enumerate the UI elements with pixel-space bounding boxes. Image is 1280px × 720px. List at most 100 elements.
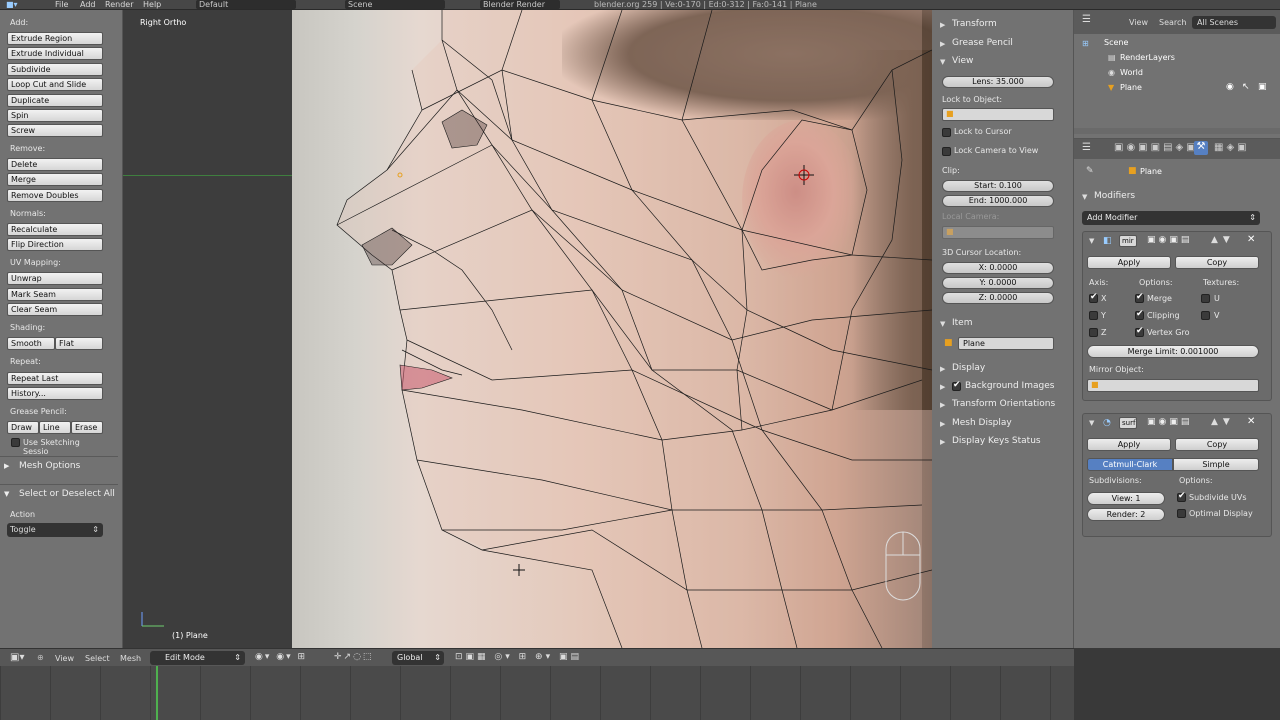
triangle-icon[interactable]: ▶ (940, 383, 945, 391)
mirror-name-field[interactable]: mir (1119, 235, 1137, 247)
item-header[interactable]: Item (952, 318, 973, 328)
more-tabs-icon[interactable]: ▦◈▣ (1214, 142, 1250, 153)
timeline[interactable] (0, 666, 1074, 720)
visibility-toggle-icons[interactable]: ▣◉▣▤ (1147, 235, 1192, 245)
mesh-wireframe[interactable] (292, 10, 932, 648)
subdiv-render-field[interactable]: Render: 2 (1087, 508, 1165, 521)
item-name-field[interactable]: Plane (958, 337, 1054, 350)
grease-pencil-header[interactable]: Grease Pencil (952, 38, 1013, 48)
outliner-editor-icon[interactable]: ☰ (1082, 14, 1091, 25)
info-editor-icon[interactable]: ■▾ (6, 0, 18, 9)
texture-u-checkbox[interactable] (1201, 294, 1210, 303)
collapse-menus-icon[interactable]: ⊕ (37, 653, 44, 662)
mirror-object-field[interactable]: ■ (1087, 379, 1259, 392)
screen-layout-field[interactable]: Default (196, 0, 296, 9)
screw-button[interactable]: Screw (7, 124, 103, 137)
background-images-checkbox[interactable] (952, 380, 961, 391)
collapse-icon[interactable]: ▼ (1089, 237, 1094, 245)
triangle-down-icon[interactable]: ▼ (940, 320, 945, 328)
outliner-filter-select[interactable]: All Scenes (1192, 16, 1276, 29)
axis-z-checkbox[interactable] (1089, 328, 1098, 337)
delete-button[interactable]: Delete (7, 158, 103, 171)
clear-seam-button[interactable]: Clear Seam (7, 303, 103, 316)
shading-icons[interactable]: ◉▾ ◉▾ ⊞ (255, 652, 307, 662)
lock-object-field[interactable]: ■ (942, 108, 1054, 121)
close-icon[interactable]: ✕ (1247, 416, 1255, 427)
close-icon[interactable]: ✕ (1247, 234, 1255, 245)
triangle-icon[interactable]: ▶ (940, 40, 945, 48)
select-arrow-icon[interactable]: ↖ (1242, 82, 1250, 92)
mesh-display-header[interactable]: Mesh Display (952, 418, 1012, 428)
simple-tab[interactable]: Simple (1173, 458, 1259, 471)
triangle-icon[interactable]: ▶ (940, 438, 945, 446)
subsurf-apply-button[interactable]: Apply (1087, 438, 1171, 451)
properties-editor-icon[interactable]: ☰ (1082, 142, 1091, 153)
current-frame-marker[interactable] (156, 666, 158, 720)
move-arrows-icon[interactable]: ▲▼ (1211, 235, 1235, 245)
extrude-region-button[interactable]: Extrude Region (7, 32, 103, 45)
outliner-view-menu[interactable]: View (1129, 18, 1148, 27)
outliner-scene[interactable]: Scene (1104, 38, 1128, 47)
visibility-toggle-icons[interactable]: ▣◉▣▤ (1147, 417, 1192, 427)
viewport-3d[interactable] (292, 10, 932, 648)
display-header[interactable]: Display (952, 363, 985, 373)
merge-checkbox[interactable] (1135, 292, 1144, 303)
merge-button[interactable]: Merge (7, 173, 103, 186)
subsurf-copy-button[interactable]: Copy (1175, 438, 1259, 451)
scene-field[interactable]: Scene (345, 0, 445, 9)
vertex-groups-checkbox[interactable] (1135, 326, 1144, 337)
render-camera-icon[interactable]: ▣ (1258, 82, 1267, 92)
visibility-eye-icon[interactable]: ◉ (1226, 82, 1234, 92)
lens-field[interactable]: Lens: 35.000 (942, 76, 1054, 88)
lock-cursor-checkbox[interactable] (942, 128, 951, 137)
merge-limit-field[interactable]: Merge Limit: 0.001000 (1087, 345, 1259, 358)
unwrap-button[interactable]: Unwrap (7, 272, 103, 285)
cursor-z-field[interactable]: Z: 0.0000 (942, 292, 1054, 304)
manipulator-icons[interactable]: ✛↗◌⬚ (334, 652, 373, 662)
cursor-y-field[interactable]: Y: 0.0000 (942, 277, 1054, 289)
triangle-down-icon[interactable]: ▼ (1082, 193, 1087, 201)
optimal-display-checkbox[interactable] (1177, 509, 1186, 518)
select-menu[interactable]: Select (85, 654, 110, 663)
editor-type-icon[interactable]: ▣▾ (10, 652, 24, 663)
transform-header[interactable]: Transform (952, 19, 997, 29)
mesh-options-header[interactable]: Mesh Options (19, 461, 80, 471)
keys-status-header[interactable]: Display Keys Status (952, 436, 1041, 446)
subdiv-view-field[interactable]: View: 1 (1087, 492, 1165, 505)
mirror-apply-button[interactable]: Apply (1087, 256, 1171, 269)
triangle-icon[interactable]: ▶ (940, 365, 945, 373)
triangle-icon[interactable]: ▶ (4, 462, 9, 470)
collapse-icon[interactable]: ▼ (1089, 419, 1094, 427)
view-menu[interactable]: View (55, 654, 74, 663)
remove-doubles-button[interactable]: Remove Doubles (7, 189, 103, 202)
triangle-icon[interactable]: ▶ (940, 401, 945, 409)
move-arrows-icon[interactable]: ▲▼ (1211, 417, 1235, 427)
repeat-last-button[interactable]: Repeat Last (7, 372, 103, 385)
outliner-scrollbar[interactable] (1074, 128, 1280, 134)
duplicate-button[interactable]: Duplicate (7, 94, 103, 107)
mark-seam-button[interactable]: Mark Seam (7, 288, 103, 301)
menu-help[interactable]: Help (143, 0, 161, 9)
menu-render[interactable]: Render (105, 0, 133, 9)
add-modifier-select[interactable]: Add Modifier ⇕ (1082, 211, 1260, 225)
context-tabs-icon[interactable]: ▣◉▣▣▤◈▣ (1114, 142, 1199, 153)
triangle-icon[interactable]: ▶ (940, 21, 945, 29)
gp-draw-button[interactable]: Draw (7, 421, 39, 434)
outliner-plane[interactable]: Plane (1120, 83, 1142, 92)
subdivide-uvs-checkbox[interactable] (1177, 491, 1186, 502)
gp-erase-button[interactable]: Erase (71, 421, 103, 434)
menu-file[interactable]: File (55, 0, 68, 9)
texture-v-checkbox[interactable] (1201, 311, 1210, 320)
menu-add[interactable]: Add (80, 0, 96, 9)
flat-button[interactable]: Flat (55, 337, 103, 350)
triangle-icon[interactable]: ▶ (940, 420, 945, 428)
background-images-header[interactable]: Background Images (965, 381, 1054, 391)
axis-x-checkbox[interactable] (1089, 292, 1098, 303)
history-button[interactable]: History... (7, 387, 103, 400)
transform-orientations-header[interactable]: Transform Orientations (952, 399, 1055, 409)
flip-direction-button[interactable]: Flip Direction (7, 238, 103, 251)
smooth-button[interactable]: Smooth (7, 337, 55, 350)
extrude-individual-button[interactable]: Extrude Individual (7, 47, 103, 60)
lock-camera-checkbox[interactable] (942, 147, 951, 156)
mode-select[interactable]: Edit Mode ⇕ (150, 651, 245, 665)
